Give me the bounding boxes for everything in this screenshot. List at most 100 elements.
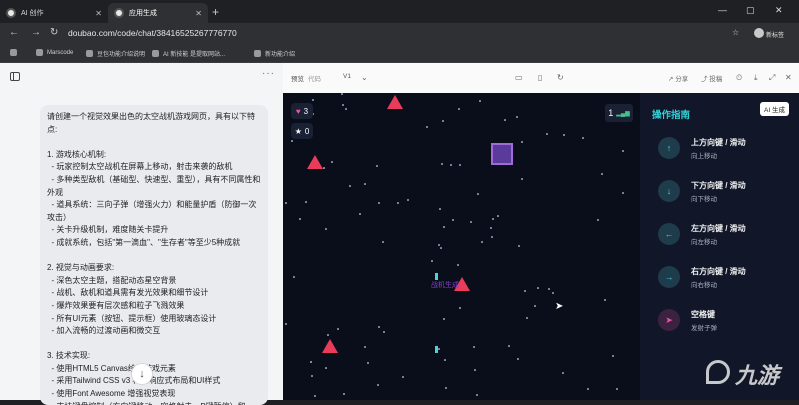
window-close-icon[interactable]: ✕ (775, 5, 783, 16)
background-star (612, 355, 614, 357)
doubao-favicon-icon (6, 8, 16, 18)
game-canvas[interactable]: ♥ 3 ★ 0 1 ▂▄▆ 战机生成 ➤ (283, 93, 640, 400)
background-star (431, 260, 433, 262)
background-star (331, 161, 333, 163)
background-star (548, 288, 550, 290)
background-star (439, 208, 441, 210)
background-star (497, 215, 499, 217)
background-star (349, 185, 351, 187)
guide-item-up: ↑ 上方向键 / 滑动 向上移动 (652, 131, 792, 167)
close-icon[interactable]: ✕ (785, 73, 792, 82)
bullet (435, 273, 438, 280)
avatar[interactable] (754, 28, 764, 38)
tab-ai-create[interactable]: AI 创作 ✕ (0, 3, 108, 23)
background-star (443, 226, 445, 228)
reload-icon[interactable]: ↻ (50, 27, 58, 38)
new-tab-button[interactable]: + (212, 5, 219, 19)
preview-panel: 预览 代码 V1 ⌄ ▭ ▯ ↻ ↗ 分享 ⤴ 投稿 ⏲ ⤓ ⤢ ✕ ♥ 3 ★… (283, 63, 799, 400)
user-message-text: 请创建一个视觉效果出色的太空战机游戏网页，具有以下特点: 1. 游戏核心机制: … (47, 112, 261, 405)
background-star (516, 116, 518, 118)
bookmark-item[interactable]: 新功能介绍 (254, 49, 295, 58)
version-select[interactable]: V1 (343, 73, 351, 80)
ai-generated-badge: AI 生成 (760, 102, 789, 116)
chevron-down-icon[interactable]: ⌄ (361, 73, 368, 82)
watermark-logo-icon (706, 360, 730, 384)
scroll-down-button[interactable]: ↓ (131, 363, 153, 385)
score-counter: ★ 0 (291, 123, 313, 139)
desktop-icon[interactable]: ▭ (515, 73, 523, 82)
apps-icon[interactable] (10, 49, 21, 56)
bookmark-star-icon[interactable]: ☆ (732, 28, 739, 37)
minimize-icon[interactable]: — (718, 5, 727, 15)
background-star (397, 202, 399, 204)
background-star (341, 93, 343, 95)
doubao-favicon-icon (114, 8, 124, 18)
background-star (378, 326, 380, 328)
background-star (537, 287, 539, 289)
bookmark-item[interactable]: 豆包功能介绍说明 (86, 49, 145, 58)
background-star (426, 126, 428, 128)
enemy-spawn-label: 战机生成 (431, 282, 459, 289)
background-star (534, 305, 536, 307)
history-icon[interactable]: ⏲ (736, 73, 742, 83)
refresh-icon[interactable]: ↻ (557, 73, 564, 82)
background-star (474, 369, 476, 371)
lives-value: 3 (303, 106, 309, 116)
star-icon: ★ (294, 126, 302, 136)
back-icon[interactable]: ← (9, 27, 19, 38)
background-star (477, 193, 479, 195)
background-star (521, 178, 523, 180)
share-button[interactable]: ↗ 分享 (668, 73, 688, 83)
fullscreen-icon[interactable]: ⤢ (769, 73, 775, 83)
close-icon[interactable]: ✕ (95, 9, 102, 18)
background-star (359, 213, 361, 215)
background-star (402, 376, 404, 378)
more-icon[interactable]: ··· (262, 68, 275, 79)
bookmark-icon (152, 50, 159, 57)
background-star (440, 247, 442, 249)
tab-app-generate[interactable]: 应用生成 ✕ (108, 3, 208, 23)
background-star (314, 395, 316, 397)
background-star (481, 241, 483, 243)
background-star (490, 227, 492, 229)
background-star (325, 367, 327, 369)
score-value: 0 (304, 126, 310, 136)
enemy-ship (307, 155, 323, 169)
background-star (293, 276, 295, 278)
bullet (435, 346, 438, 353)
post-button[interactable]: ⤴ 投稿 (701, 73, 722, 83)
background-star (546, 133, 548, 135)
heart-icon: ♥ (295, 106, 301, 116)
background-star (345, 108, 347, 110)
background-star (438, 244, 440, 246)
bookmark-item[interactable]: Marscode (36, 49, 73, 56)
tab-label: AI 创作 (21, 10, 44, 17)
guide-item-left: ← 左方向键 / 滑动 向左移动 (652, 217, 792, 253)
background-star (518, 245, 520, 247)
background-star (524, 290, 526, 292)
background-star (377, 384, 379, 386)
sidebar-toggle-icon[interactable] (10, 72, 20, 81)
forward-icon[interactable]: → (31, 27, 41, 38)
bookmark-item[interactable]: AI 新技能 是提取网站... (152, 49, 225, 58)
signal-icon: ▂▄▆ (616, 110, 630, 117)
tab-preview[interactable]: 预览 (291, 73, 304, 83)
close-icon[interactable]: ✕ (195, 9, 202, 18)
new-tab-label[interactable]: 新标签 (766, 30, 784, 39)
tab-code[interactable]: 代码 (308, 73, 321, 83)
background-star (459, 307, 461, 309)
background-star (473, 346, 475, 348)
background-star (442, 120, 444, 122)
background-star (521, 141, 523, 143)
url-input[interactable]: doubao.com/code/chat/38416525267776770 (68, 28, 237, 38)
bookmark-icon (36, 49, 43, 56)
bookmark-icon (86, 50, 93, 57)
background-star (342, 104, 344, 106)
user-message-bubble: 请创建一个视觉效果出色的太空战机游戏网页，具有以下特点: 1. 游戏核心机制: … (40, 105, 268, 405)
background-star (504, 119, 506, 121)
background-star (407, 199, 409, 201)
download-icon[interactable]: ⤓ (754, 73, 758, 83)
mouse-cursor-icon: ➤ (555, 301, 564, 312)
mobile-icon[interactable]: ▯ (538, 73, 542, 82)
maximize-icon[interactable]: ▢ (746, 5, 755, 16)
